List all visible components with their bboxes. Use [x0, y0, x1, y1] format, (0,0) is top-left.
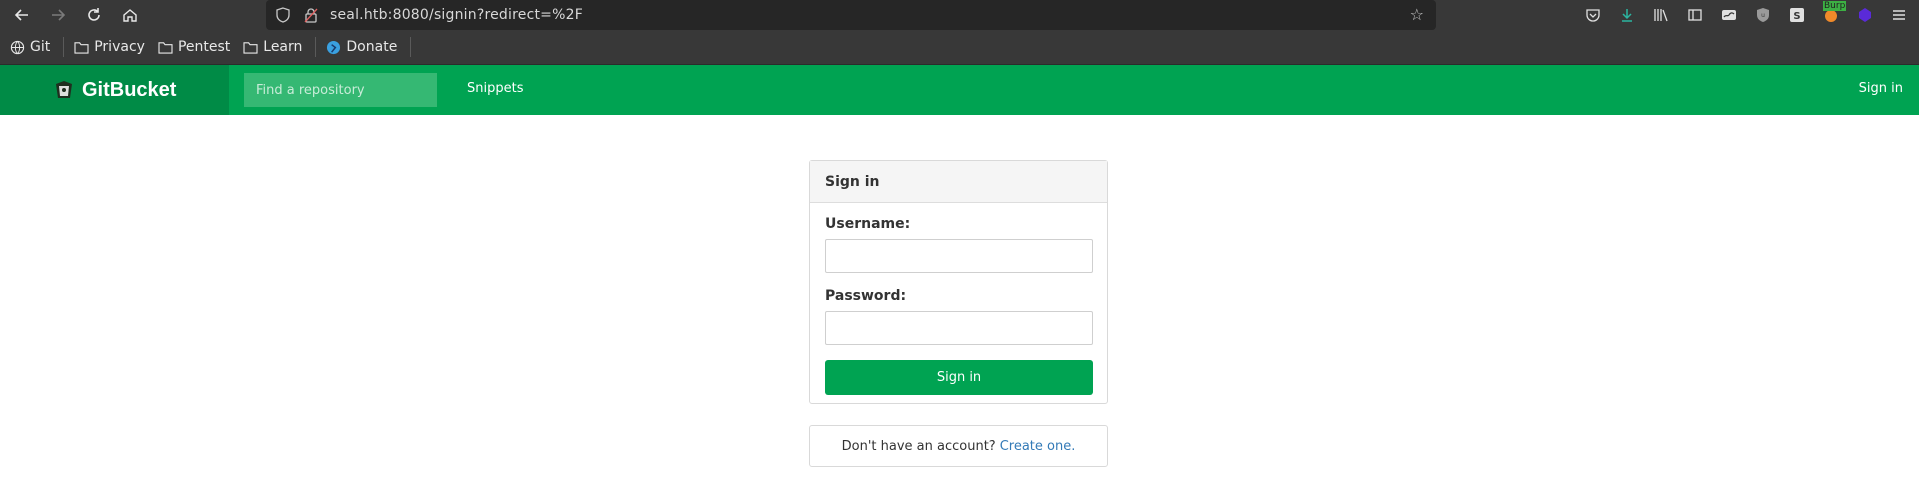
bookmark-label: Donate	[346, 39, 398, 55]
extension-icons: u S Burp	[1583, 0, 1909, 30]
folder-icon	[158, 41, 173, 54]
pocket-icon[interactable]	[1583, 5, 1603, 25]
wave-icon[interactable]	[1719, 5, 1739, 25]
folder-icon	[74, 41, 89, 54]
bookmark-learn[interactable]: Learn	[243, 39, 302, 55]
sidebar-icon[interactable]	[1685, 5, 1705, 25]
burp-label: Burp	[1823, 1, 1847, 11]
bookmark-separator	[410, 37, 412, 57]
download-icon[interactable]	[1617, 5, 1637, 25]
svg-text:S: S	[1793, 11, 1800, 22]
library-icon[interactable]	[1651, 5, 1671, 25]
svg-text:u: u	[1761, 12, 1765, 19]
password-label: Password:	[825, 288, 907, 304]
forward-icon[interactable]	[44, 1, 72, 29]
bookmark-label: Privacy	[94, 39, 145, 55]
bookmarks-bar: Git Privacy Pentest Learn Donate	[0, 30, 1919, 65]
back-icon[interactable]	[8, 1, 36, 29]
cube-icon[interactable]	[1855, 5, 1875, 25]
brand-name: GitBucket	[82, 78, 177, 101]
reload-icon[interactable]	[80, 1, 108, 29]
bookmark-donate[interactable]: Donate	[326, 39, 397, 55]
gitbucket-logo-icon	[56, 81, 72, 98]
shield-icon[interactable]	[272, 4, 294, 26]
bookmark-label: Git	[30, 39, 51, 55]
browser-toolbar: seal.htb:8080/signin?redirect=%2F ☆ u S …	[0, 0, 1919, 30]
donate-icon	[327, 40, 341, 54]
burp-icon[interactable]: Burp	[1821, 1, 1847, 25]
lock-icon[interactable]	[300, 4, 322, 26]
gitbucket-header: GitBucket Snippets Sign in	[0, 65, 1919, 115]
bookmark-label: Learn	[263, 39, 303, 55]
signin-title: Sign in	[810, 161, 1107, 203]
bookmark-separator	[315, 37, 317, 57]
sign-in-button[interactable]: Sign in	[825, 360, 1093, 395]
create-account-box: Don't have an account? Create one.	[809, 425, 1108, 467]
password-field[interactable]	[825, 311, 1093, 345]
username-label: Username:	[825, 216, 911, 232]
bookmark-separator	[63, 37, 65, 57]
create-account-link[interactable]: Create one.	[1000, 439, 1076, 454]
bookmark-star-icon[interactable]: ☆	[1410, 5, 1424, 24]
bookmark-pentest[interactable]: Pentest	[158, 39, 230, 55]
create-account-prompt: Don't have an account?	[841, 438, 996, 454]
bookmark-label: Pentest	[177, 39, 231, 55]
signin-panel: Sign in Username: Password: Sign in	[809, 160, 1108, 404]
snippets-link[interactable]: Snippets	[467, 81, 523, 96]
folder-icon	[243, 41, 258, 54]
shield-ext-icon[interactable]: u	[1753, 5, 1773, 25]
header-sign-in-link[interactable]: Sign in	[1859, 81, 1903, 96]
url-bar[interactable]: seal.htb:8080/signin?redirect=%2F ☆	[266, 0, 1436, 30]
bookmark-privacy[interactable]: Privacy	[74, 39, 145, 55]
username-field[interactable]	[825, 239, 1093, 273]
s-icon[interactable]: S	[1787, 5, 1807, 25]
globe-icon	[10, 40, 25, 54]
url-text[interactable]: seal.htb:8080/signin?redirect=%2F	[330, 7, 583, 23]
home-icon[interactable]	[116, 1, 144, 29]
menu-icon[interactable]	[1889, 5, 1909, 25]
brand[interactable]: GitBucket	[0, 65, 229, 115]
search-input[interactable]	[244, 73, 437, 107]
bookmark-git[interactable]: Git	[10, 39, 50, 55]
